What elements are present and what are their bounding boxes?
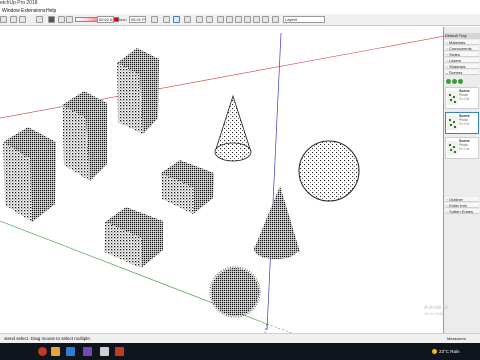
default-tray: Default Tray ›Materials ›Components ›Sty…	[444, 27, 480, 333]
chrome-icon[interactable]	[38, 347, 47, 356]
scene-toolbar	[446, 79, 478, 85]
zoom-extents-icon[interactable]	[206, 16, 213, 23]
tall-box-left[interactable]	[3, 127, 56, 222]
panel-scenes[interactable]: ⌄Scenes	[445, 70, 479, 75]
zoom-window-icon[interactable]	[196, 16, 203, 23]
status-text: xtend select. Drag mouse to select multi…	[4, 336, 92, 341]
cube-front[interactable]	[104, 207, 163, 268]
panel-outliner[interactable]: ›Outliner	[445, 197, 479, 202]
sphere-large[interactable]	[298, 140, 360, 202]
iso-view-icon[interactable]	[217, 16, 224, 23]
toolbar: 00:02 AM Noon 05:31 PM Layer0	[0, 14, 480, 26]
panel-materials[interactable]: ›Materials	[445, 40, 479, 45]
taskbar: 23°C Rain	[0, 343, 480, 360]
shadow-toggle-icon[interactable]	[48, 16, 55, 23]
cone-lower[interactable]	[254, 186, 300, 259]
top-view-icon[interactable]	[226, 16, 233, 23]
scene-item-selected[interactable]: Scene Photo Ro Dis	[445, 112, 479, 134]
tall-box-back[interactable]	[117, 48, 159, 134]
blue-axis	[266, 32, 282, 331]
back-view-icon[interactable]	[253, 16, 260, 23]
date-field[interactable]: 05:31 PM	[129, 16, 146, 23]
weather-icon	[432, 349, 437, 355]
time-field[interactable]: 00:02 AM	[97, 16, 114, 23]
noon-label: Noon	[117, 17, 127, 22]
sphere-small[interactable]	[209, 266, 261, 318]
cube-small[interactable]	[161, 160, 214, 214]
scene-thumbnail	[447, 141, 458, 155]
layer-visibility-icon[interactable]	[272, 16, 279, 23]
panel-styles[interactable]: ›Styles	[445, 52, 479, 57]
weather-widget[interactable]: 23°C Rain	[432, 347, 460, 356]
layer-dropdown[interactable]: Layer0	[283, 16, 325, 23]
file-explorer-icon[interactable]	[51, 347, 60, 356]
model-viewport[interactable]	[0, 27, 444, 333]
activation-watermark: Activate W Go to Setti	[424, 305, 448, 316]
panel-layers[interactable]: ›Layers	[445, 58, 479, 63]
add-scene-icon[interactable]	[452, 79, 457, 84]
panel-components[interactable]: ›Components	[445, 46, 479, 51]
edge-icon[interactable]	[66, 347, 75, 356]
green-axis-dashed	[266, 323, 293, 333]
cone-upper[interactable]	[214, 94, 252, 162]
panel-shadows[interactable]: ›Shadows	[445, 64, 479, 69]
scene-thumbnail	[447, 91, 458, 105]
select-tool-icon[interactable]	[0, 16, 7, 23]
paint-bucket-icon[interactable]	[10, 16, 17, 23]
blue-axis-lower	[264, 323, 268, 333]
panel-soften-edges[interactable]: ›Soften Edges	[445, 209, 479, 214]
remove-scene-icon[interactable]	[458, 79, 463, 84]
scene-item[interactable]: Scene Photo Ro Dis	[445, 87, 479, 109]
sun-icon[interactable]	[151, 16, 158, 23]
app-icon[interactable]	[83, 347, 92, 356]
fog-icon[interactable]	[58, 16, 65, 23]
sketchup-icon[interactable]	[115, 347, 124, 356]
orbit-icon[interactable]	[163, 16, 170, 23]
pan-icon[interactable]	[173, 16, 180, 23]
window-title: etchUp Pro 2018	[0, 0, 38, 6]
panel-entity-info[interactable]: ›Entity Info	[445, 203, 479, 208]
pencil-icon[interactable]	[36, 16, 43, 23]
refresh-scene-icon[interactable]	[446, 79, 451, 84]
app-icon-2[interactable]	[100, 347, 109, 356]
shadow-settings-icon[interactable]	[66, 16, 73, 23]
tall-box-middle[interactable]	[62, 91, 107, 181]
measurements-label[interactable]: Measurem	[447, 334, 466, 343]
left-view-icon[interactable]	[262, 16, 269, 23]
scene-item[interactable]: Scene Photo Ro Dis	[445, 137, 479, 159]
scene-thumbnail	[447, 116, 458, 130]
right-view-icon[interactable]	[244, 16, 251, 23]
zoom-icon[interactable]	[184, 16, 191, 23]
front-view-icon[interactable]	[235, 16, 242, 23]
eraser-icon[interactable]	[19, 16, 26, 23]
status-bar: xtend select. Drag mouse to select multi…	[0, 333, 480, 343]
tray-header[interactable]: Default Tray	[444, 33, 480, 39]
